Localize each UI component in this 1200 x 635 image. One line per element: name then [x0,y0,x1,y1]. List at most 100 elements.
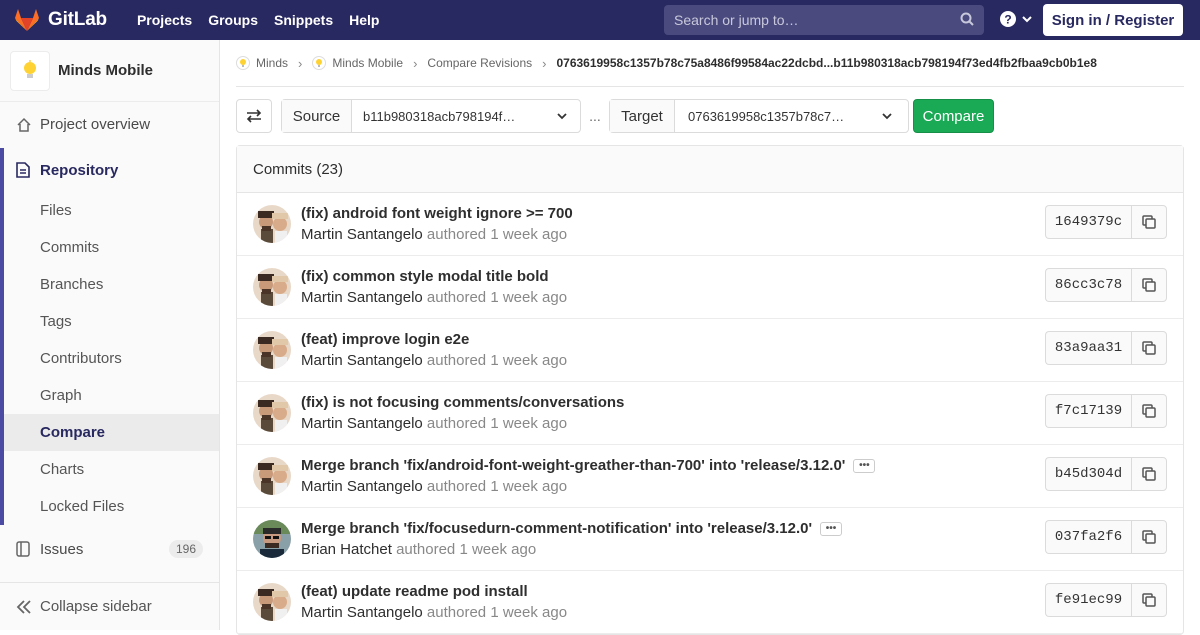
commit-list: (fix) android font weight ignore >= 700 … [237,193,1183,634]
commit-author[interactable]: Martin Santangelo [301,415,423,432]
breadcrumb-compare-revisions[interactable]: Compare Revisions [427,56,532,70]
commit-time: 1 week ago [490,352,568,369]
commit-info: Merge branch 'fix/android-font-weight-gr… [301,457,876,495]
sidebar-item-tags[interactable]: Tags [4,303,219,340]
nav-help[interactable]: Help [341,12,387,28]
commit-info: (fix) is not focusing comments/conversat… [301,394,624,432]
commit-sha[interactable]: 037fa2f6 [1045,520,1131,554]
commit-meta: Martin Santangelo authored 1 week ago [301,289,567,306]
commit-meta: Brian Hatchet authored 1 week ago [301,541,842,558]
collapse-sidebar-button[interactable]: Collapse sidebar [0,582,219,630]
copy-sha-button[interactable] [1131,268,1167,302]
help-dropdown[interactable]: ? [999,10,1033,28]
commit-info: Merge branch 'fix/focusedurn-comment-not… [301,520,843,558]
author-avatar[interactable] [253,331,291,369]
commit-sha-group: 86cc3c78 [1045,268,1167,302]
sidebar-item-locked-files[interactable]: Locked Files [4,488,219,525]
commit-author[interactable]: Martin Santangelo [301,478,423,495]
search-icon[interactable] [960,12,974,31]
commit-title[interactable]: Merge branch 'fix/focusedurn-comment-not… [301,520,812,537]
commit-sha[interactable]: fe91ec99 [1045,583,1131,617]
compare-button[interactable]: Compare [913,99,994,133]
commit-title[interactable]: Merge branch 'fix/android-font-weight-gr… [301,457,845,474]
breadcrumb-current[interactable]: 0763619958c1357b78c75a8486f99584ac22dcbd… [556,56,1096,70]
author-avatar[interactable] [253,457,291,495]
gitlab-logo[interactable]: GitLab [14,8,107,32]
sidebar-item-label: Project overview [40,116,151,133]
sidebar-item-repository[interactable]: Repository [4,148,219,192]
author-avatar[interactable] [253,268,291,306]
sidebar-item-graph[interactable]: Graph [4,377,219,414]
commit-time: 1 week ago [459,541,537,558]
commit-sha[interactable]: 83a9aa31 [1045,331,1131,365]
chevron-right-icon: › [542,55,547,71]
sidebar-item-charts[interactable]: Charts [4,451,219,488]
expand-description-button[interactable]: ••• [820,521,843,536]
copy-icon [1142,467,1156,481]
sidebar-item-branches[interactable]: Branches [4,266,219,303]
breadcrumb: Minds › Minds Mobile › Compare Revisions… [236,40,1184,87]
target-dropdown[interactable]: 0763619958c1357b78c7… [675,100,908,132]
author-avatar[interactable] [253,583,291,621]
chevron-right-icon: › [298,55,303,71]
sidebar-item-contributors[interactable]: Contributors [4,340,219,377]
nav-projects[interactable]: Projects [129,12,200,28]
commit-sha[interactable]: f7c17139 [1045,394,1131,428]
copy-sha-button[interactable] [1131,394,1167,428]
commit-sha[interactable]: b45d304d [1045,457,1131,491]
sidebar-item-files[interactable]: Files [4,192,219,229]
repository-section: Repository Files Commits Branches Tags C… [0,148,219,525]
copy-sha-button[interactable] [1131,457,1167,491]
copy-sha-button[interactable] [1131,205,1167,239]
copy-sha-button[interactable] [1131,583,1167,617]
target-selector: Target 0763619958c1357b78c7… [609,99,909,133]
author-avatar[interactable] [253,520,291,558]
commit-title[interactable]: (fix) android font weight ignore >= 700 [301,205,573,222]
breadcrumb-label: Minds [256,56,289,70]
search-input[interactable] [674,12,944,28]
sidebar-item-project-overview[interactable]: Project overview [0,106,219,143]
commit-row: Merge branch 'fix/focusedurn-comment-not… [237,508,1183,571]
commit-sha-group: 83a9aa31 [1045,331,1167,365]
breadcrumb-minds[interactable]: Minds [236,56,288,70]
sidebar-item-compare[interactable]: Compare [4,414,219,451]
commit-time: 1 week ago [490,604,568,621]
sidebar-item-commits[interactable]: Commits [4,229,219,266]
author-avatar[interactable] [253,394,291,432]
commit-title-row: Merge branch 'fix/focusedurn-comment-not… [301,520,843,537]
commit-title[interactable]: (feat) update readme pod install [301,583,528,600]
commit-meta: Martin Santangelo authored 1 week ago [301,415,624,432]
commit-author[interactable]: Brian Hatchet [301,541,392,558]
main-content: Minds › Minds Mobile › Compare Revisions… [236,40,1184,635]
commit-row: (fix) android font weight ignore >= 700 … [237,193,1183,256]
nav-snippets[interactable]: Snippets [266,12,341,28]
commit-row: (fix) is not focusing comments/conversat… [237,382,1183,445]
sign-in-button[interactable]: Sign in / Register [1043,4,1183,36]
sidebar-item-issues[interactable]: Issues 196 [0,527,219,571]
svg-text:?: ? [1004,13,1011,27]
commit-sha-group: 1649379c [1045,205,1167,239]
commit-sha[interactable]: 86cc3c78 [1045,268,1131,302]
copy-sha-button[interactable] [1131,520,1167,554]
chevron-down-icon [1022,16,1032,23]
commit-time: 1 week ago [490,415,568,432]
commit-sha[interactable]: 1649379c [1045,205,1131,239]
commit-verb: authored [426,289,487,306]
source-dropdown[interactable]: b11b980318acb798194f… [352,100,580,132]
commit-title[interactable]: (fix) common style modal title bold [301,268,549,285]
expand-description-button[interactable]: ••• [853,458,876,473]
copy-icon [1142,530,1156,544]
copy-sha-button[interactable] [1131,331,1167,365]
commit-author[interactable]: Martin Santangelo [301,289,423,306]
author-avatar[interactable] [253,205,291,243]
commit-author[interactable]: Martin Santangelo [301,604,423,621]
nav-groups[interactable]: Groups [200,12,266,28]
sidebar-project-header[interactable]: Minds Mobile [0,40,219,102]
swap-revisions-button[interactable] [236,99,272,133]
commit-author[interactable]: Martin Santangelo [301,226,423,243]
commit-title[interactable]: (feat) improve login e2e [301,331,469,348]
range-dots: ... [589,108,601,124]
commit-author[interactable]: Martin Santangelo [301,352,423,369]
breadcrumb-minds-mobile[interactable]: Minds Mobile [312,56,403,70]
commit-title[interactable]: (fix) is not focusing comments/conversat… [301,394,624,411]
